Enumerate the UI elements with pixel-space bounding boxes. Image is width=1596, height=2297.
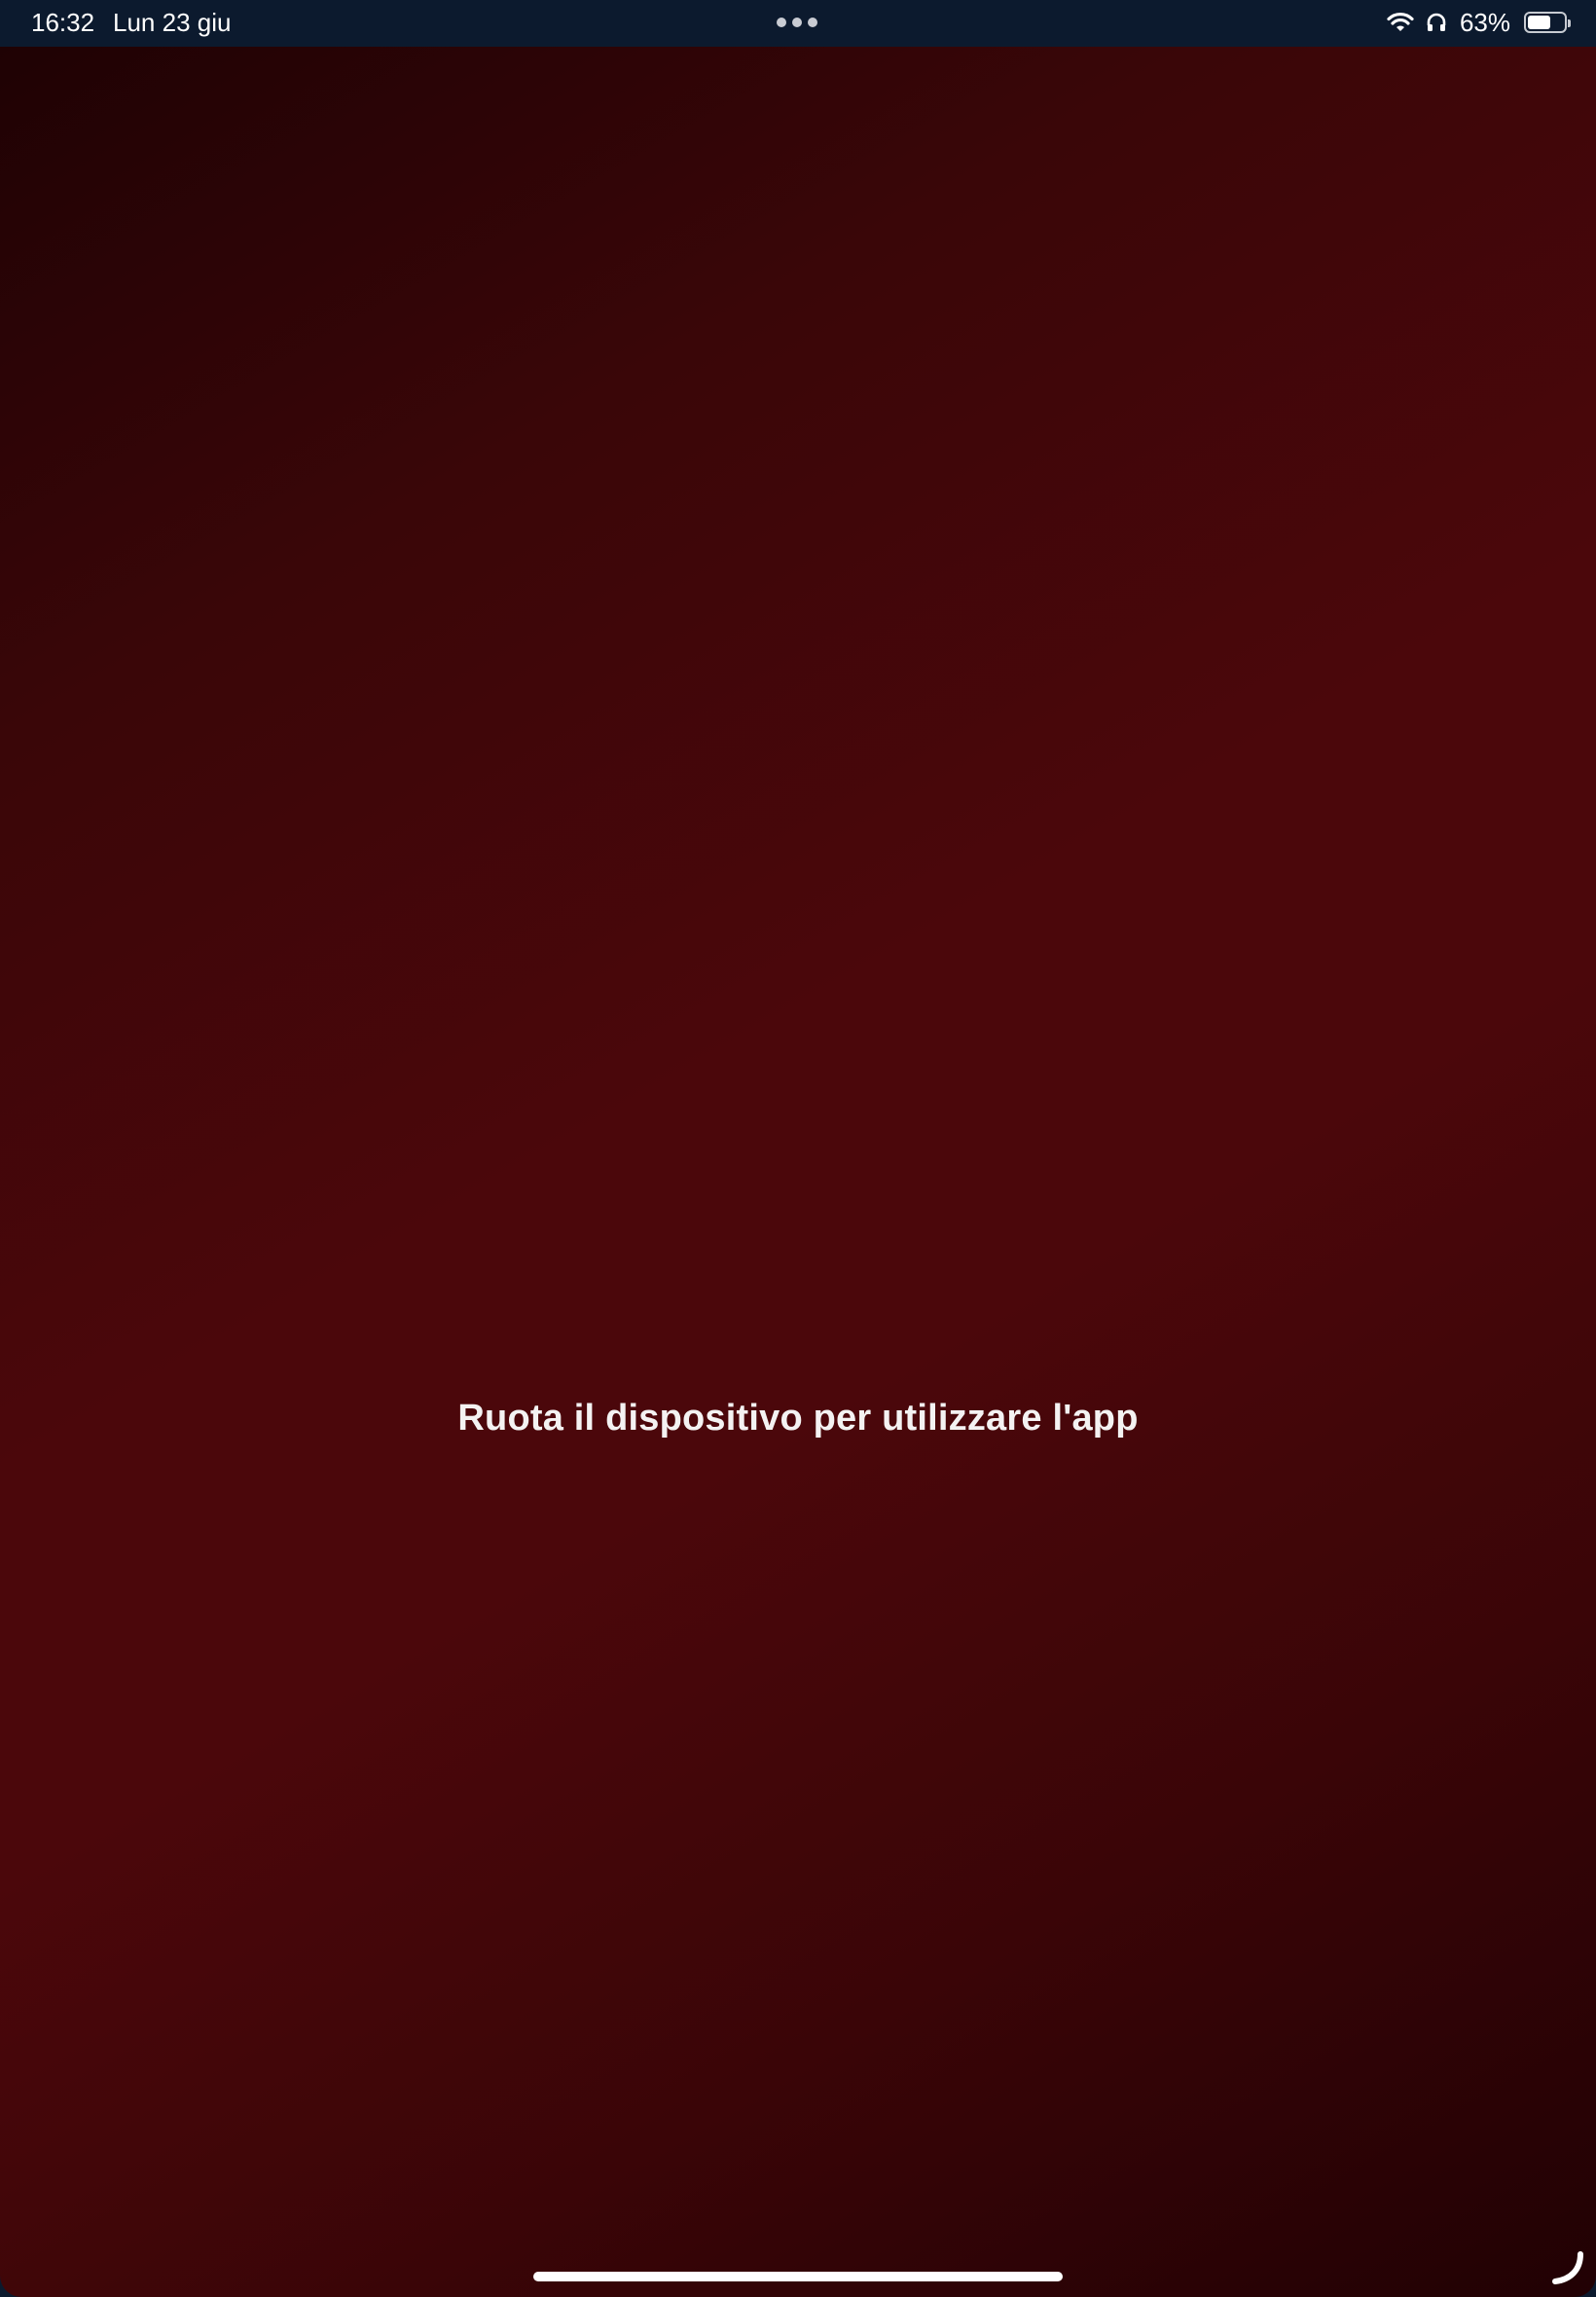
home-indicator[interactable] [533,2272,1063,2281]
resize-handle-icon[interactable] [1547,2248,1586,2287]
ipad-screen: 16:32 Lun 23 giu 63% Ruota il dispositiv… [0,0,1596,2297]
headphones-icon [1425,11,1448,34]
status-date: Lun 23 giu [113,8,232,37]
multitask-dots-icon[interactable] [777,18,817,27]
wifi-icon [1386,11,1415,34]
rotate-device-message: Ruota il dispositivo per utilizzare l'ap… [457,1398,1139,1439]
battery-icon [1524,12,1571,33]
status-bar: 16:32 Lun 23 giu 63% [0,0,1596,47]
app-background: Ruota il dispositivo per utilizzare l'ap… [0,47,1596,2297]
battery-level-fill [1528,16,1550,29]
battery-percent: 63% [1459,7,1510,37]
status-right-group: 63% [1386,7,1571,38]
status-time: 16:32 [31,8,95,37]
